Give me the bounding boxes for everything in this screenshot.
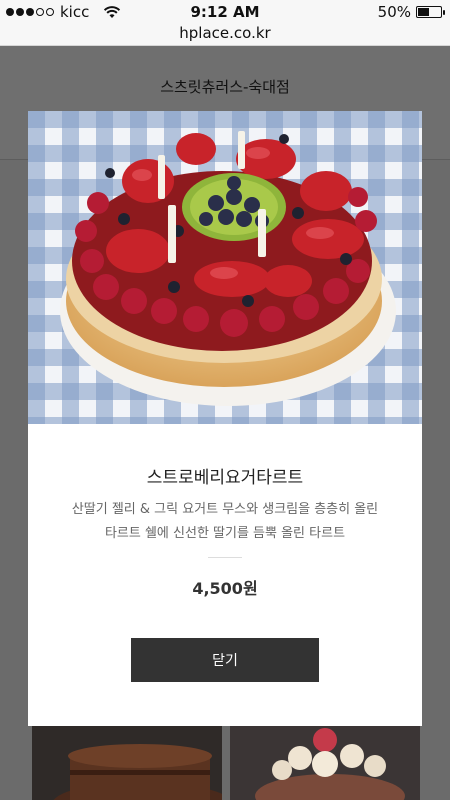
description-line: 타르트 쉘에 신선한 딸기를 듬뿍 올린 타르트 (104, 526, 346, 541)
background-product-thumb-cream-cake[interactable] (230, 726, 420, 800)
product-name: 스트로베리요거타르트 (146, 468, 304, 488)
page-title: 스츠릿츄러스-숙대점 (160, 78, 290, 96)
close-button[interactable]: 닫기 (131, 638, 319, 682)
product-modal: 스트로베리요거타르트 산딸기 젤리 & 그릭 요거트 무스와 생크림을 층층히 … (28, 111, 422, 726)
background-product-thumb-chocolate-cake[interactable] (32, 726, 222, 800)
battery-percent: 50% (377, 3, 411, 21)
divider (208, 557, 242, 558)
product-description: 산딸기 젤리 & 그릭 요거트 무스와 생크림을 층층히 올린 타르트 쉘에 신… (28, 498, 422, 546)
description-line: 산딸기 젤리 & 그릭 요거트 무스와 생크림을 층층히 올린 (71, 502, 379, 517)
address-bar[interactable]: hplace.co.kr (0, 24, 450, 46)
product-photo (28, 111, 422, 424)
battery-area: 50% (377, 3, 445, 21)
battery-icon (416, 6, 445, 18)
product-price: 4,500원 (192, 579, 258, 598)
status-bar: kicc 9:12 AM 50% (0, 0, 450, 24)
